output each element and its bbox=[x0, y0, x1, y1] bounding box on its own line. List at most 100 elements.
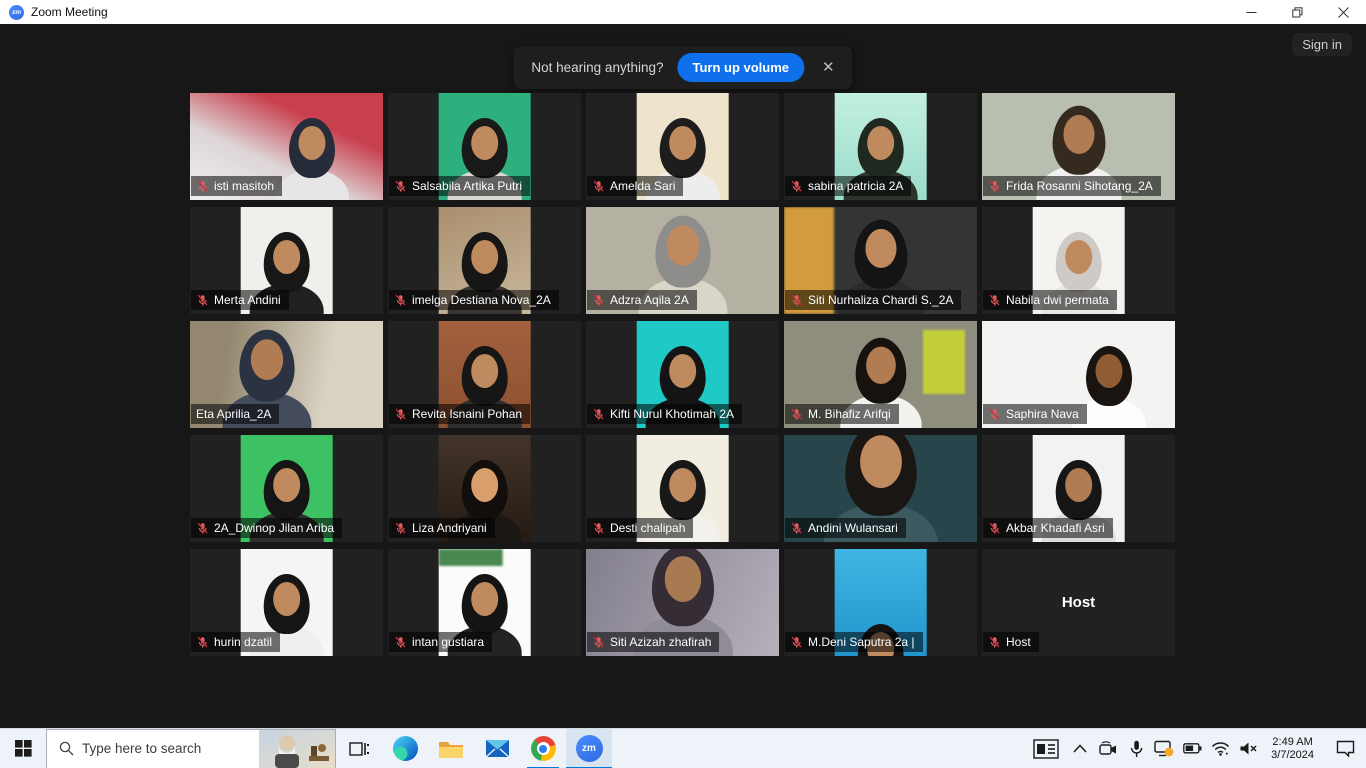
muted-mic-icon bbox=[394, 636, 407, 649]
participant-tile[interactable]: 2A_Dwinop Jilan Ariba bbox=[190, 435, 383, 542]
battery-button[interactable] bbox=[1179, 729, 1205, 768]
window-titlebar: zm Zoom Meeting bbox=[0, 0, 1366, 24]
wifi-icon bbox=[1211, 741, 1230, 756]
participant-tile[interactable]: Andini Wulansari bbox=[784, 435, 977, 542]
tray-chevron-up-button[interactable] bbox=[1067, 729, 1093, 768]
participant-name: Andini Wulansari bbox=[808, 521, 898, 535]
muted-mic-icon bbox=[196, 294, 209, 307]
participant-tile[interactable]: Liza Andriyani bbox=[388, 435, 581, 542]
participant-tile[interactable]: Desti chalipah bbox=[586, 435, 779, 542]
muted-mic-icon bbox=[988, 294, 1001, 307]
participant-tile[interactable]: Adzra Aqila 2A bbox=[586, 207, 779, 314]
meeting-stage: Sign in Not hearing anything? Turn up vo… bbox=[0, 24, 1366, 728]
muted-mic-icon bbox=[790, 180, 803, 193]
participant-name-label: intan gustiara bbox=[389, 632, 492, 652]
muted-mic-icon bbox=[196, 522, 209, 535]
participant-tile[interactable]: Kifti Nurul Khotimah 2A bbox=[586, 321, 779, 428]
participant-tile[interactable]: Merta Andini bbox=[190, 207, 383, 314]
participant-tile[interactable]: sabina patricia 2A bbox=[784, 93, 977, 200]
participant-name: M.Deni Saputra 2a | bbox=[808, 635, 915, 649]
start-button[interactable] bbox=[0, 729, 46, 768]
participant-name: intan gustiara bbox=[412, 635, 484, 649]
muted-mic-icon bbox=[988, 408, 1001, 421]
participant-name: Frida Rosanni Sihotang_2A bbox=[1006, 179, 1153, 193]
participant-name: Salsabila Artika Putri bbox=[412, 179, 522, 193]
muted-mic-icon bbox=[394, 522, 407, 535]
participant-name: Akbar Khadafi Asri bbox=[1006, 521, 1105, 535]
participant-tile[interactable]: Akbar Khadafi Asri bbox=[982, 435, 1175, 542]
display-cast-button[interactable] bbox=[1151, 729, 1177, 768]
participant-tile[interactable]: Nabila dwi permata bbox=[982, 207, 1175, 314]
participant-tile[interactable]: Host Host bbox=[982, 549, 1175, 656]
wifi-button[interactable] bbox=[1207, 729, 1233, 768]
task-view-button[interactable] bbox=[336, 729, 382, 768]
participant-tile[interactable]: Eta Aprilia_2A bbox=[190, 321, 383, 428]
participant-name-label: M. Bihafiz Arifqi bbox=[785, 404, 899, 424]
clock-date: 3/7/2024 bbox=[1271, 749, 1314, 762]
participant-tile[interactable]: Amelda Sari bbox=[586, 93, 779, 200]
participant-name-label: Desti chalipah bbox=[587, 518, 693, 538]
participant-name-label: Salsabila Artika Putri bbox=[389, 176, 530, 196]
search-daily-illustration[interactable] bbox=[259, 730, 335, 768]
participant-tile[interactable]: intan gustiara bbox=[388, 549, 581, 656]
participant-tile[interactable]: Siti Nurhaliza Chardi S._2A bbox=[784, 207, 977, 314]
muted-mic-icon bbox=[790, 522, 803, 535]
participant-name-label: Amelda Sari bbox=[587, 176, 683, 196]
news-icon bbox=[1033, 739, 1059, 759]
participant-silhouette bbox=[1077, 346, 1141, 428]
participant-name: Siti Nurhaliza Chardi S._2A bbox=[808, 293, 953, 307]
close-icon bbox=[1338, 7, 1349, 18]
participant-name: Liza Andriyani bbox=[412, 521, 487, 535]
edge-taskbar-button[interactable] bbox=[382, 729, 428, 768]
close-button[interactable] bbox=[1320, 0, 1366, 24]
participant-tile[interactable]: hurin dzatil bbox=[190, 549, 383, 656]
turn-up-volume-button[interactable]: Turn up volume bbox=[677, 53, 804, 82]
participant-tile[interactable]: isti masitoh bbox=[190, 93, 383, 200]
volume-muted-button[interactable] bbox=[1235, 729, 1261, 768]
participant-tile[interactable]: Siti Azizah zhafirah bbox=[586, 549, 779, 656]
volume-muted-icon bbox=[1239, 741, 1258, 756]
muted-mic-icon bbox=[196, 180, 209, 193]
participant-name-label: Andini Wulansari bbox=[785, 518, 906, 538]
participant-name-label: Kifti Nurul Khotimah 2A bbox=[587, 404, 742, 424]
participant-name: hurin dzatil bbox=[214, 635, 272, 649]
window-title: Zoom Meeting bbox=[31, 5, 108, 19]
action-center-button[interactable] bbox=[1324, 729, 1366, 768]
participant-name-label: Nabila dwi permata bbox=[983, 290, 1117, 310]
banner-message: Not hearing anything? bbox=[531, 60, 663, 75]
audio-notification-banner: Not hearing anything? Turn up volume ✕ bbox=[513, 46, 852, 89]
mail-icon bbox=[485, 738, 510, 759]
taskbar-clock[interactable]: 2:49 AM 3/7/2024 bbox=[1263, 736, 1322, 762]
zoom-taskbar-button[interactable]: zm bbox=[566, 729, 612, 768]
camera-icon bbox=[1098, 741, 1118, 757]
participant-name: Saphira Nava bbox=[1006, 407, 1079, 421]
search-input[interactable] bbox=[82, 741, 259, 756]
taskbar-search-box[interactable] bbox=[46, 729, 336, 768]
sign-in-button[interactable]: Sign in bbox=[1292, 33, 1352, 56]
participant-tile[interactable]: Frida Rosanni Sihotang_2A bbox=[982, 93, 1175, 200]
file-explorer-taskbar-button[interactable] bbox=[428, 729, 474, 768]
minimize-button[interactable] bbox=[1228, 0, 1274, 24]
tray-microphone-button[interactable] bbox=[1123, 729, 1149, 768]
participant-tile[interactable]: Revita Isnaini Pohan bbox=[388, 321, 581, 428]
participant-tile[interactable]: imelga Destiana Nova_2A bbox=[388, 207, 581, 314]
video-grid: isti masitoh Salsabila Artika P bbox=[190, 93, 1175, 656]
banner-close-icon[interactable]: ✕ bbox=[818, 58, 839, 77]
participant-name: Eta Aprilia_2A bbox=[196, 407, 271, 421]
participant-tile[interactable]: Saphira Nava bbox=[982, 321, 1175, 428]
restore-button[interactable] bbox=[1274, 0, 1320, 24]
muted-mic-icon bbox=[592, 294, 605, 307]
news-widget-button[interactable] bbox=[1027, 729, 1065, 768]
participant-tile[interactable]: Salsabila Artika Putri bbox=[388, 93, 581, 200]
meet-now-button[interactable] bbox=[1095, 729, 1121, 768]
participant-tile[interactable]: M. Bihafiz Arifqi bbox=[784, 321, 977, 428]
participant-tile[interactable]: M.Deni Saputra 2a | bbox=[784, 549, 977, 656]
clock-time: 2:49 AM bbox=[1271, 736, 1314, 749]
file-explorer-icon bbox=[438, 738, 464, 760]
participant-name-label: Siti Azizah zhafirah bbox=[587, 632, 719, 652]
muted-mic-icon bbox=[592, 522, 605, 535]
mail-taskbar-button[interactable] bbox=[474, 729, 520, 768]
action-center-icon bbox=[1336, 740, 1355, 757]
chrome-taskbar-button[interactable] bbox=[520, 729, 566, 768]
windows-logo-icon bbox=[15, 740, 32, 757]
